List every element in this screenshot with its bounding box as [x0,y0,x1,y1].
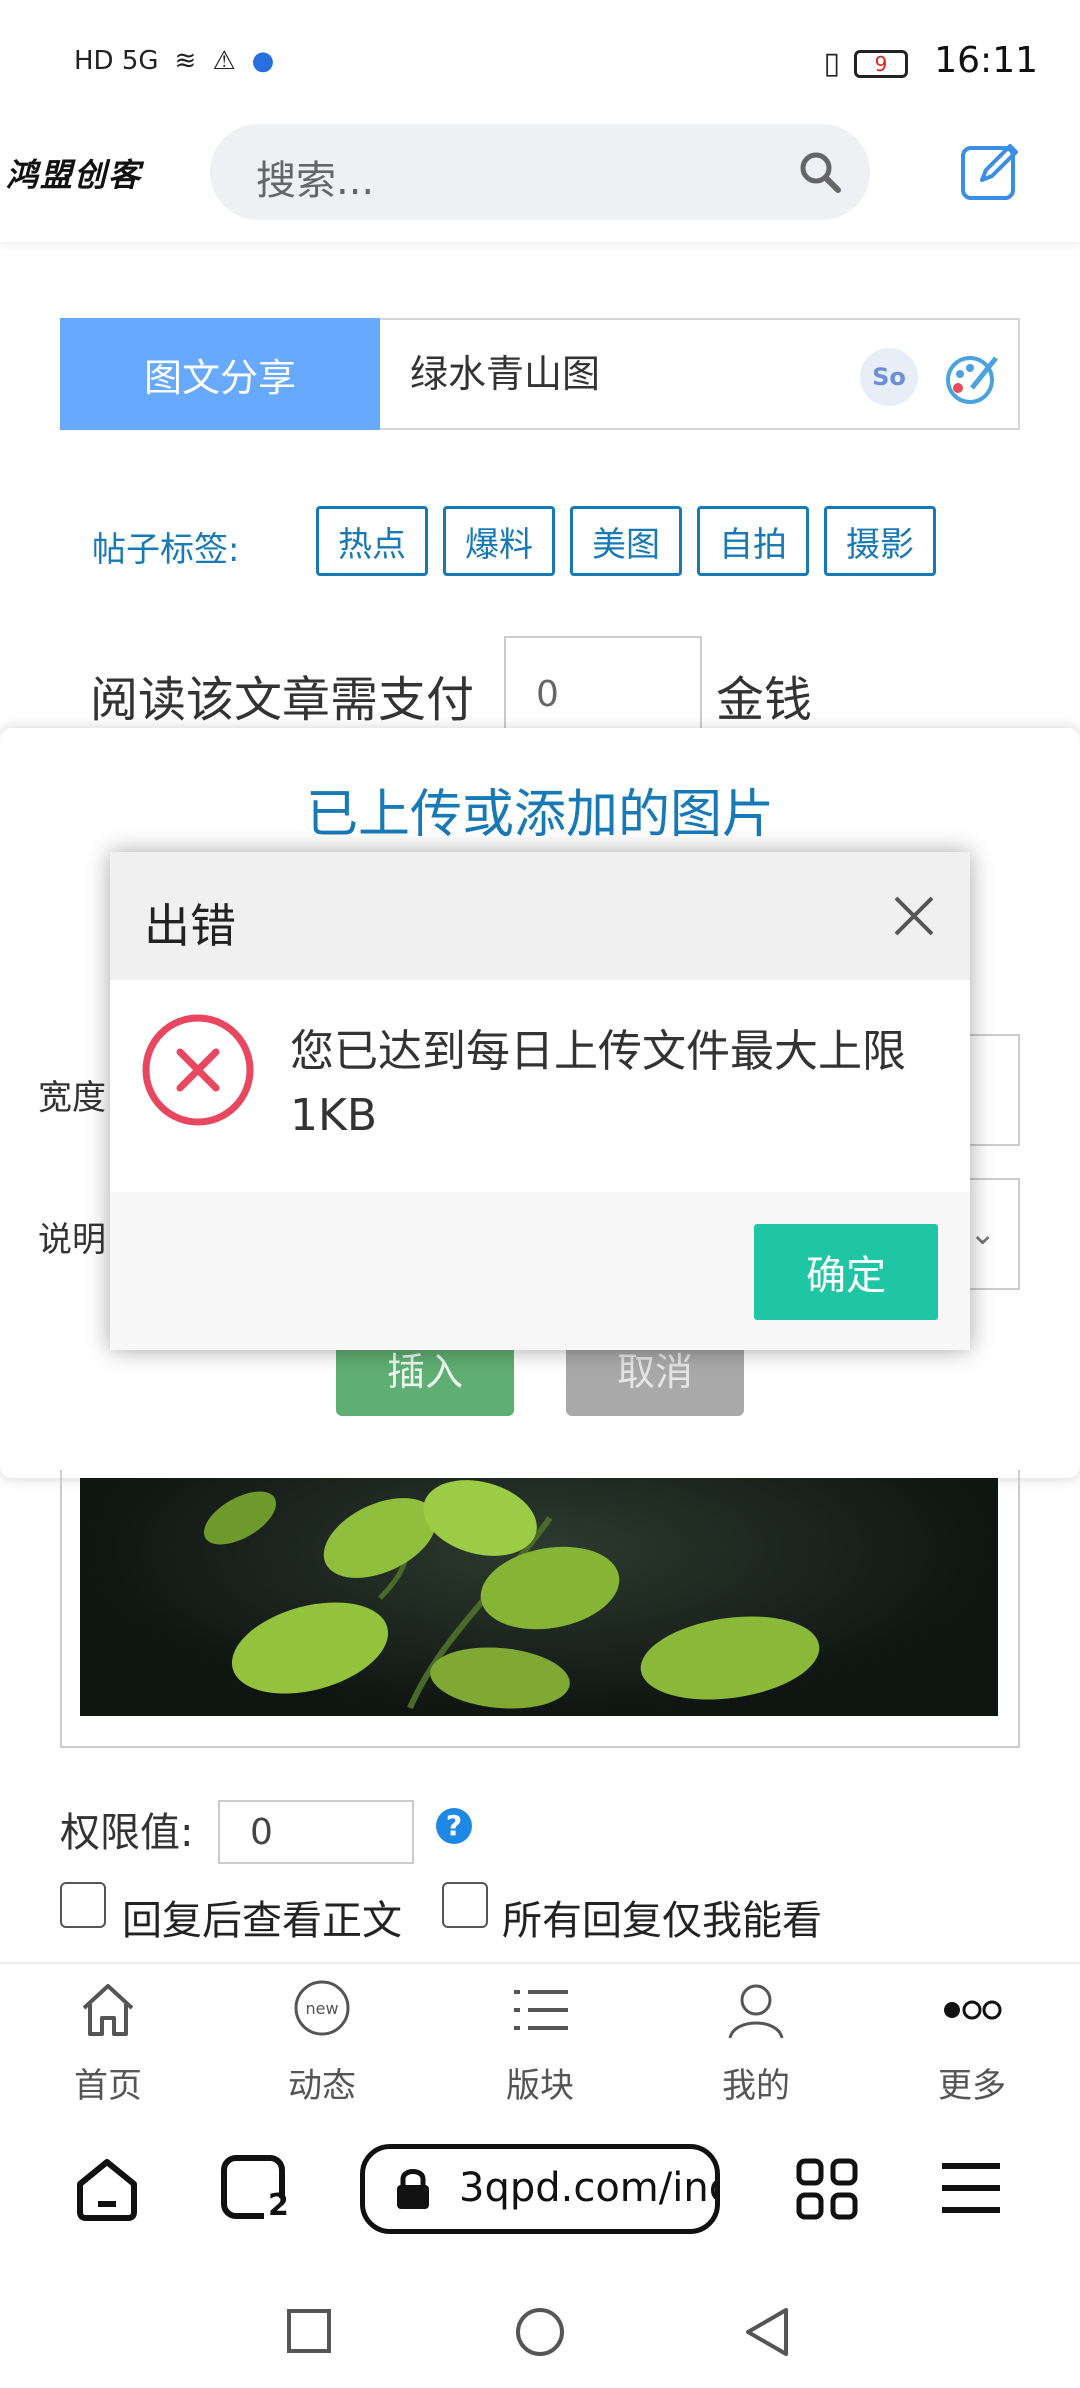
search-input[interactable]: 搜索... [210,124,870,220]
tag-photo[interactable]: 摄影 [824,506,936,576]
lock-icon [397,2169,429,2209]
palette-icon[interactable] [942,348,1002,408]
nav-boards[interactable]: 版块 [470,1978,610,2107]
nav-mine-label: 我的 [722,2066,790,2106]
error-dialog: 出错 您已达到每日上传文件最大上限1KB 确定 [110,852,970,1350]
site-logo[interactable]: 鸿盟创客 [6,150,142,196]
close-icon[interactable] [892,894,936,938]
wifi-icon: ≋ [174,46,197,76]
help-icon[interactable]: ? [436,1808,472,1844]
ok-button[interactable]: 确定 [754,1224,938,1320]
dialog-message: 您已达到每日上传文件最大上限1KB [290,1026,906,1141]
replies-private-checkbox[interactable] [442,1882,488,1928]
warning-icon: ⚠ [212,46,236,76]
pay-unit: 金钱 [716,672,813,728]
tag-pretty[interactable]: 美图 [570,506,682,576]
signal-icon: HD 5G [74,46,159,76]
nav-more[interactable]: 更多 [902,1978,1042,2107]
compose-icon[interactable] [958,138,1024,204]
status-icons: HD 5G ≋ ⚠ ● [74,46,274,76]
home-button-icon[interactable] [514,2306,566,2358]
nav-boards-label: 版块 [506,2066,574,2106]
nav-home-label: 首页 [74,2066,142,2106]
new-badge-icon: new [294,1980,350,2036]
replies-private-label: 所有回复仅我能看 [502,1898,822,1944]
grid-icon[interactable] [796,2158,858,2220]
tab-count: 2 [268,2188,289,2223]
battery-icon: 9 [854,50,908,78]
tag-selfie[interactable]: 自拍 [697,506,809,576]
permission-input[interactable]: 0 [218,1800,414,1864]
site-header: 鸿盟创客 搜索... [0,120,1080,242]
chevron-down-icon: ⌄ [969,1214,996,1252]
browser-toolbar: 2 3qpd.com/inc [0,2102,1080,2278]
nav-more-label: 更多 [938,2066,1006,2106]
width-label: 宽度 [38,1078,106,1118]
user-icon [728,1984,784,2039]
app-notification-icon: ● [251,46,275,76]
dialog-title: 出错 [144,899,236,953]
title-input[interactable]: 绿水青山图 So [380,318,1020,430]
search-icon[interactable] [796,148,844,196]
reply-to-view-label: 回复后查看正文 [122,1898,402,1944]
system-nav [0,2278,1080,2388]
tag-scoop[interactable]: 爆料 [443,506,555,576]
nav-mine[interactable]: 我的 [686,1978,826,2107]
reply-to-view-checkbox[interactable] [60,1882,106,1928]
error-icon [142,1014,254,1126]
url-text: 3qpd.com/inc [459,2165,720,2211]
home-icon [82,1984,134,2036]
clock: 16:11 [934,40,1038,81]
recents-icon[interactable] [286,2308,332,2354]
svg-text:new: new [305,1999,338,2018]
permission-label: 权限值: [60,1810,194,1856]
list-icon [514,1990,568,2030]
nav-home[interactable]: 首页 [38,1978,178,2107]
menu-icon[interactable] [940,2160,1002,2216]
search-placeholder: 搜索... [256,158,375,204]
status-bar: HD 5G ≋ ⚠ ● ▯ 9 16:11 [0,0,1080,120]
bottom-nav: 首页 new 动态 版块 我的 更多 [0,1962,1080,2106]
title-value: 绿水青山图 [410,352,601,396]
more-dots-icon [944,2000,1002,2020]
back-icon[interactable] [744,2306,790,2358]
browser-home-icon[interactable] [74,2156,140,2222]
address-bar[interactable]: 3qpd.com/inc [360,2144,720,2234]
style-tool-icon[interactable]: So [860,348,918,406]
dialog-footer: 确定 [110,1192,970,1350]
nav-feed[interactable]: new 动态 [252,1978,392,2107]
vibrate-icon: ▯ [823,46,840,81]
dialog-header: 出错 [110,852,970,980]
uploaded-image[interactable] [80,1478,998,1716]
tag-hot[interactable]: 热点 [316,506,428,576]
description-label: 说明 [38,1220,106,1260]
leaf-illustration [203,1480,820,1710]
category-button[interactable]: 图文分享 [60,318,380,430]
pay-label: 阅读该文章需支付 [90,672,475,728]
tags-label: 帖子标签: [92,530,240,570]
nav-feed-label: 动态 [288,2066,356,2106]
upload-panel-title: 已上传或添加的图片 [305,785,774,845]
